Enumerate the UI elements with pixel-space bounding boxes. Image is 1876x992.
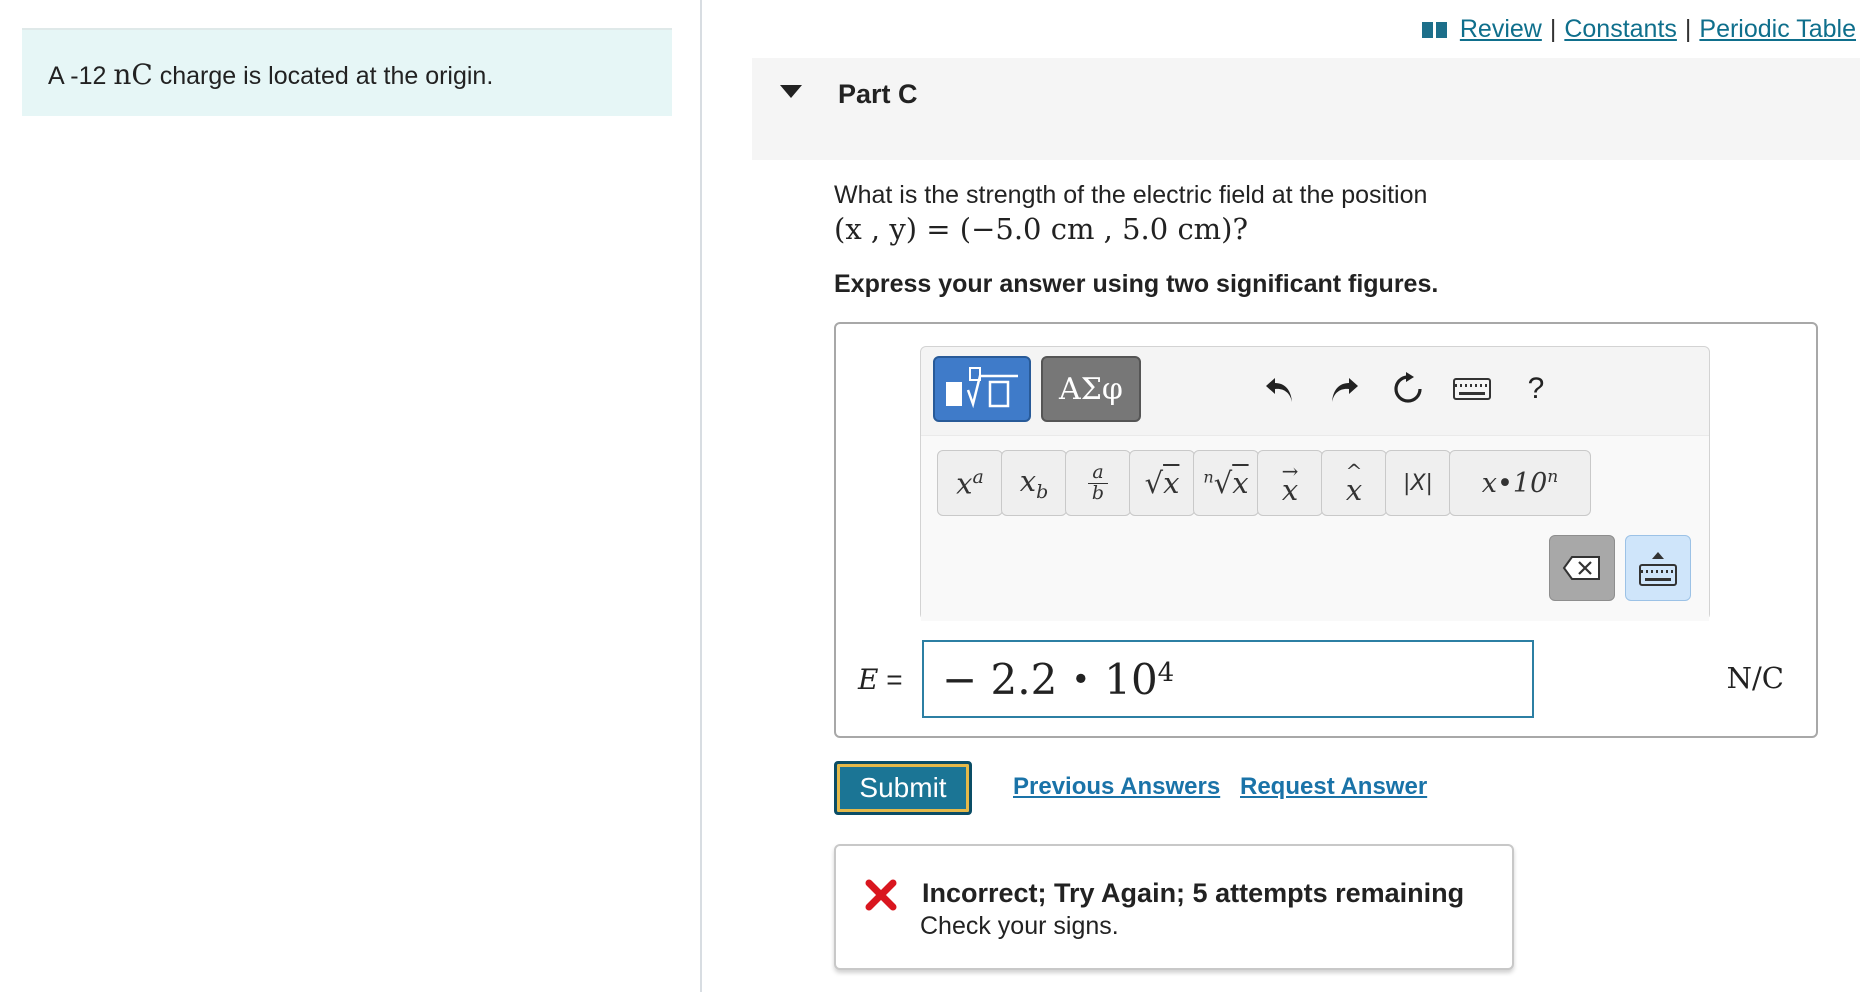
incorrect-x-icon bbox=[865, 879, 897, 911]
question-text: What is the strength of the electric fie… bbox=[834, 181, 1428, 209]
book-icon bbox=[1421, 20, 1448, 40]
caret-up-icon bbox=[1652, 551, 1664, 559]
answer-variable: E bbox=[858, 663, 879, 696]
keyboard-shortcuts-icon[interactable] bbox=[1451, 365, 1493, 413]
answer-dot: • bbox=[1071, 660, 1091, 698]
review-link[interactable]: Review bbox=[1460, 15, 1542, 44]
templates-icon bbox=[946, 367, 1018, 409]
answer-input[interactable]: − 2.2 • 10 4 bbox=[922, 640, 1534, 718]
answer-base: 10 bbox=[1104, 654, 1158, 704]
delete-button[interactable] bbox=[1549, 535, 1615, 601]
problem-statement-panel: A -12 nC charge is located at the origin… bbox=[22, 28, 672, 116]
answer-equals: = bbox=[886, 664, 903, 695]
sci-notation-template-button[interactable]: x•10n bbox=[1449, 450, 1591, 516]
answer-exponent: 4 bbox=[1157, 658, 1175, 688]
link-separator: | bbox=[1684, 15, 1692, 43]
periodic-table-link[interactable]: Periodic Table bbox=[1699, 15, 1856, 44]
constants-link[interactable]: Constants bbox=[1564, 15, 1677, 44]
feedback-hint: Check your signs. bbox=[920, 912, 1119, 940]
nth-root-template-button[interactable]: n√x bbox=[1193, 450, 1259, 516]
abs-template-button[interactable]: |X| bbox=[1385, 450, 1451, 516]
superscript-template-button[interactable]: xa bbox=[937, 450, 1003, 516]
math-toolbar: ΑΣφ ? xa xb ab √x n√x → x ^ x |X| x•10n bbox=[920, 346, 1710, 621]
virtual-keyboard-button[interactable] bbox=[1625, 535, 1691, 601]
answer-mantissa: − 2.2 bbox=[942, 654, 1058, 704]
part-title: Part C bbox=[838, 79, 918, 109]
reset-icon[interactable] bbox=[1387, 365, 1429, 413]
collapse-caret-icon[interactable] bbox=[780, 85, 802, 98]
hat-template-button[interactable]: ^ x bbox=[1321, 450, 1387, 516]
statement-unit: nC bbox=[113, 58, 153, 91]
question-math: (x , y) = (−5.0 cm , 5.0 cm)? bbox=[834, 212, 1249, 246]
answer-unit: N/C bbox=[1726, 661, 1784, 695]
templates-mode-button[interactable] bbox=[933, 356, 1031, 422]
sqrt-template-button[interactable]: √x bbox=[1129, 450, 1195, 516]
top-links: Review | Constants | Periodic Table bbox=[1421, 15, 1856, 44]
statement-prefix: A -12 bbox=[48, 62, 107, 90]
problem-statement: A -12 nC charge is located at the origin… bbox=[48, 58, 493, 91]
vector-template-button[interactable]: → x bbox=[1257, 450, 1323, 516]
undo-icon[interactable] bbox=[1259, 365, 1301, 413]
column-divider bbox=[700, 0, 702, 992]
toolbar-top-row bbox=[921, 347, 1709, 435]
request-answer-link[interactable]: Request Answer bbox=[1240, 773, 1427, 801]
feedback-title: Incorrect; Try Again; 5 attempts remaini… bbox=[922, 878, 1465, 908]
keyboard-icon bbox=[1639, 563, 1677, 586]
feedback-box: Incorrect; Try Again; 5 attempts remaini… bbox=[834, 844, 1514, 970]
backspace-icon bbox=[1562, 556, 1600, 580]
redo-icon[interactable] bbox=[1323, 365, 1365, 413]
answer-variable-label: E = bbox=[858, 663, 903, 696]
answer-box: ΑΣφ ? xa xb ab √x n√x → x ^ x |X| x•10n … bbox=[834, 322, 1818, 738]
help-icon[interactable]: ? bbox=[1515, 365, 1557, 413]
link-separator: | bbox=[1549, 15, 1557, 43]
question-instruction: Express your answer using two significan… bbox=[834, 270, 1439, 298]
greek-mode-button[interactable]: ΑΣφ bbox=[1041, 356, 1141, 422]
subscript-template-button[interactable]: xb bbox=[1001, 450, 1067, 516]
part-header[interactable]: Part C bbox=[752, 58, 1860, 160]
fraction-template-button[interactable]: ab bbox=[1065, 450, 1131, 516]
submit-button[interactable]: Submit bbox=[834, 761, 972, 815]
statement-suffix: charge is located at the origin. bbox=[159, 62, 494, 90]
previous-answers-link[interactable]: Previous Answers bbox=[1013, 773, 1220, 801]
